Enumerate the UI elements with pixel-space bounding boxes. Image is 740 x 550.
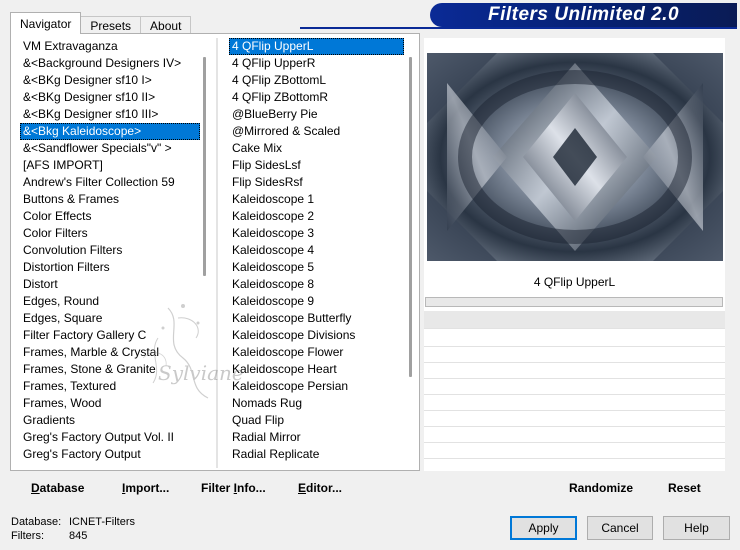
- parameter-row: [424, 363, 725, 379]
- filter-info-button[interactable]: Filter Info...: [201, 481, 266, 495]
- category-list-item[interactable]: Gradients: [20, 412, 200, 429]
- parameter-row: [424, 311, 725, 329]
- category-list-item[interactable]: VM Extravaganza: [20, 38, 200, 55]
- title-banner: Filters Unlimited 2.0: [430, 3, 737, 27]
- category-list-item[interactable]: [AFS IMPORT]: [20, 157, 200, 174]
- filter-list-item[interactable]: Kaleidoscope 8: [229, 276, 404, 293]
- filter-list-item[interactable]: Radial Replicate: [229, 446, 404, 463]
- category-list-item[interactable]: Buttons & Frames: [20, 191, 200, 208]
- category-list-item[interactable]: Color Filters: [20, 225, 200, 242]
- category-list-item[interactable]: Frames, Stone & Granite: [20, 361, 200, 378]
- filter-list-item[interactable]: Flip SidesRsf: [229, 174, 404, 191]
- parameter-row: [424, 443, 725, 459]
- list-separator: [216, 38, 218, 468]
- database-button[interactable]: Database: [31, 481, 84, 495]
- parameter-row: [424, 427, 725, 443]
- filter-list-item[interactable]: 4 QFlip ZBottomR: [229, 89, 404, 106]
- filter-list-item[interactable]: Kaleidoscope 9: [229, 293, 404, 310]
- filter-list-item[interactable]: Kaleidoscope Butterfly: [229, 310, 404, 327]
- category-list-item[interactable]: Convolution Filters: [20, 242, 200, 259]
- filter-list-item[interactable]: Kaleidoscope 5: [229, 259, 404, 276]
- banner-underline: [300, 27, 737, 29]
- category-list-item[interactable]: Frames, Marble & Crystal: [20, 344, 200, 361]
- category-list-item[interactable]: &<Sandflower Specials"v" >: [20, 140, 200, 157]
- help-button[interactable]: Help: [663, 516, 730, 540]
- category-list[interactable]: VM Extravaganza &<Background Designers IV…: [20, 38, 200, 470]
- tab-bar: Navigator Presets About: [10, 12, 192, 34]
- filter-list-item[interactable]: Kaleidoscope Flower: [229, 344, 404, 361]
- banner-title: Filters Unlimited 2.0: [487, 4, 680, 25]
- parameter-slider[interactable]: [425, 297, 723, 307]
- category-list-item[interactable]: Edges, Square: [20, 310, 200, 327]
- category-list-item[interactable]: Color Effects: [20, 208, 200, 225]
- parameter-row: [424, 379, 725, 395]
- filters-count-value: 845: [69, 530, 88, 542]
- parameter-row: [424, 331, 725, 347]
- parameter-row: [424, 411, 725, 427]
- filter-list-item[interactable]: Kaleidoscope Divisions: [229, 327, 404, 344]
- filter-list-item[interactable]: Flip SidesLsf: [229, 157, 404, 174]
- category-list-item[interactable]: &<BKg Designer sf10 II>: [20, 89, 200, 106]
- filter-list-scrollbar[interactable]: [409, 57, 412, 377]
- category-list-item[interactable]: Frames, Textured: [20, 378, 200, 395]
- cancel-button[interactable]: Cancel: [587, 516, 653, 540]
- tab-about[interactable]: About: [140, 16, 192, 34]
- preview-image: [427, 53, 723, 261]
- filter-list-item[interactable]: @BlueBerry Pie: [229, 106, 404, 123]
- category-list-item[interactable]: &<BKg Designer sf10 III>: [20, 106, 200, 123]
- filter-list-item[interactable]: @Mirrored & Scaled: [229, 123, 404, 140]
- filter-list-item[interactable]: Quad Flip: [229, 412, 404, 429]
- category-list-item[interactable]: Distortion Filters: [20, 259, 200, 276]
- selected-filter-name: 4 QFlip UpperL: [533, 275, 616, 289]
- category-list-item[interactable]: Greg's Factory Output: [20, 446, 200, 463]
- apply-button[interactable]: Apply: [510, 516, 577, 540]
- import-button[interactable]: Import...: [122, 481, 169, 495]
- filter-list-item[interactable]: Kaleidoscope Persian: [229, 378, 404, 395]
- filter-list-item[interactable]: Kaleidoscope 1: [229, 191, 404, 208]
- reset-button[interactable]: Reset: [668, 481, 701, 495]
- filters-count-label: Filters:: [11, 530, 44, 542]
- tab-presets[interactable]: Presets: [80, 16, 142, 34]
- category-list-item[interactable]: Edges, Round: [20, 293, 200, 310]
- filter-list-item[interactable]: 4 QFlip UpperR: [229, 55, 404, 72]
- category-list-item[interactable]: Filter Factory Gallery C: [20, 327, 200, 344]
- filter-list-item[interactable]: Kaleidoscope 4: [229, 242, 404, 259]
- category-list-item[interactable]: &<Background Designers IV>: [20, 55, 200, 72]
- randomize-button[interactable]: Randomize: [569, 481, 633, 495]
- category-list-item[interactable]: &<Bkg Kaleidoscope>: [20, 123, 200, 140]
- filter-list-item[interactable]: Nomads Rug: [229, 395, 404, 412]
- filter-list-item[interactable]: Cake Mix: [229, 140, 404, 157]
- category-list-item[interactable]: Distort: [20, 276, 200, 293]
- database-value: ICNET-Filters: [69, 516, 135, 528]
- parameter-row: [424, 347, 725, 363]
- category-list-scrollbar[interactable]: [203, 57, 206, 276]
- category-list-item[interactable]: &<BKg Designer sf10 I>: [20, 72, 200, 89]
- filter-list-item[interactable]: 4 QFlip ZBottomL: [229, 72, 404, 89]
- editor-button[interactable]: Editor...: [298, 481, 342, 495]
- filter-list-item[interactable]: 4 QFlip UpperL: [229, 38, 404, 55]
- database-label: Database:: [11, 516, 62, 528]
- category-list-item[interactable]: Greg's Factory Output Vol. II: [20, 429, 200, 446]
- filter-list-item[interactable]: Radial Mirror: [229, 429, 404, 446]
- filter-list-item[interactable]: Kaleidoscope 3: [229, 225, 404, 242]
- filter-list-item[interactable]: Kaleidoscope 2: [229, 208, 404, 225]
- filter-list[interactable]: 4 QFlip UpperL 4 QFlip UpperR 4 QFlip ZBot…: [229, 38, 404, 470]
- tab-navigator[interactable]: Navigator: [10, 12, 82, 34]
- parameter-row: [424, 395, 725, 411]
- category-list-item[interactable]: Andrew's Filter Collection 59: [20, 174, 200, 191]
- category-list-item[interactable]: Frames, Wood: [20, 395, 200, 412]
- filter-list-item[interactable]: Kaleidoscope Heart: [229, 361, 404, 378]
